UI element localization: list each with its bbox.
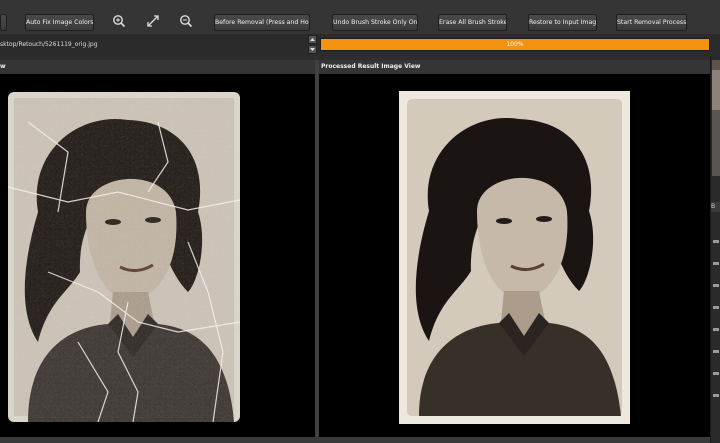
side-list-line xyxy=(713,328,719,331)
input-image-view[interactable] xyxy=(0,74,315,437)
file-path-field[interactable]: sktop/Retouch/5261119_orig.jpg xyxy=(0,39,306,51)
before-removal-button[interactable]: Before Removal (Press and Hold) xyxy=(214,14,310,31)
fit-to-screen-icon xyxy=(147,15,159,27)
side-tab[interactable]: B xyxy=(711,202,720,212)
undo-brush-stroke-button[interactable]: Undo Brush Stroke Only Once xyxy=(332,14,418,31)
fit-to-screen-button[interactable] xyxy=(143,14,163,30)
zoom-in-icon xyxy=(113,15,126,28)
progress-bar: 100% xyxy=(320,38,710,51)
preview-thumbnail-highlight xyxy=(712,70,720,110)
zoom-out-button[interactable] xyxy=(176,14,196,30)
side-list-line xyxy=(713,394,719,397)
arrow-down-icon xyxy=(310,48,315,51)
erase-brush-strokes-button[interactable]: Erase All Brush Strokes xyxy=(438,14,507,31)
zoom-out-icon xyxy=(180,15,193,28)
side-list-line xyxy=(713,262,719,265)
start-removal-button[interactable]: Start Removal Process xyxy=(616,14,687,31)
restore-input-button[interactable]: Restore to Input Image xyxy=(528,14,597,31)
side-list-line xyxy=(713,284,719,287)
spinner-down-button[interactable] xyxy=(308,45,317,54)
side-list-line xyxy=(713,240,719,243)
input-photo xyxy=(8,92,240,422)
auto-fix-colors-button[interactable]: Auto Fix Image Colors xyxy=(25,14,94,31)
toolbar-left-stub-button[interactable] xyxy=(0,14,7,31)
side-list-line xyxy=(713,350,719,353)
side-list-line xyxy=(713,306,719,309)
zoom-in-button[interactable] xyxy=(109,14,129,30)
spinner-up-button[interactable] xyxy=(308,35,317,44)
input-view-title: w xyxy=(0,60,315,74)
result-image-view[interactable] xyxy=(319,74,710,437)
bottom-scrollbar[interactable] xyxy=(0,437,710,443)
side-list-line xyxy=(713,372,719,375)
result-photo xyxy=(399,91,630,424)
arrow-up-icon xyxy=(310,38,315,41)
progress-label: 100% xyxy=(506,41,524,48)
toolbar: Auto Fix Image Colors Before Removal (Pr… xyxy=(0,0,720,35)
result-view-title: Processed Result Image View xyxy=(319,60,710,74)
